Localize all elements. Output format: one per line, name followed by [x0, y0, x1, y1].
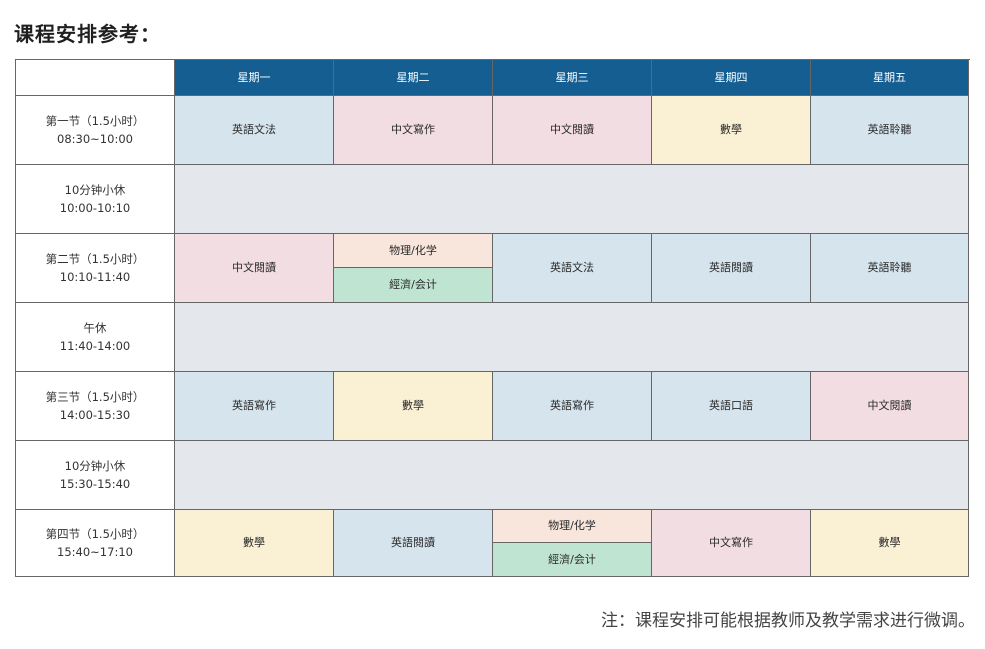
- p2-friday: 英語聆聽: [811, 234, 969, 303]
- period-2-name: 第二节（1.5小时）: [45, 252, 145, 266]
- break-1-name: 10分钟小休: [64, 183, 126, 197]
- period-4-label: 第四节（1.5小时） 15:40~17:10: [16, 510, 175, 577]
- p4-monday: 數學: [175, 510, 334, 577]
- period-1-label: 第一节（1.5小时） 08:30~10:00: [16, 96, 175, 165]
- p2-thursday: 英語閱讀: [652, 234, 811, 303]
- break-2-time: 15:30-15:40: [59, 477, 131, 491]
- header-thursday: 星期四: [652, 60, 811, 96]
- p4-wednesday-a: 物理/化学: [493, 510, 652, 543]
- p2-monday: 中文閱讀: [175, 234, 334, 303]
- p4-wednesday-b: 經濟/会计: [493, 543, 652, 577]
- p3-wednesday: 英語寫作: [493, 372, 652, 441]
- break-1-time: 10:00-10:10: [59, 201, 131, 215]
- p3-tuesday: 數學: [334, 372, 493, 441]
- break-2-band: [175, 441, 969, 510]
- header-friday: 星期五: [811, 60, 969, 96]
- period-3-label: 第三节（1.5小时） 14:00-15:30: [16, 372, 175, 441]
- p4-thursday: 中文寫作: [652, 510, 811, 577]
- lunch-time: 11:40-14:00: [59, 339, 131, 353]
- lunch-band: [175, 303, 969, 372]
- p4-friday: 數學: [811, 510, 969, 577]
- p3-friday: 中文閱讀: [811, 372, 969, 441]
- page-title: 课程安排参考：: [14, 22, 161, 46]
- period-1-name: 第一节（1.5小时）: [45, 114, 145, 128]
- p1-monday: 英語文法: [175, 96, 334, 165]
- break-2-name: 10分钟小休: [64, 459, 126, 473]
- p3-monday: 英語寫作: [175, 372, 334, 441]
- header-wednesday: 星期三: [493, 60, 652, 96]
- header-monday: 星期一: [175, 60, 334, 96]
- header-tuesday: 星期二: [334, 60, 493, 96]
- break-2-label: 10分钟小休 15:30-15:40: [16, 441, 175, 510]
- p1-thursday: 數學: [652, 96, 811, 165]
- p3-thursday: 英語口語: [652, 372, 811, 441]
- lunch-name: 午休: [83, 321, 107, 335]
- period-1-time: 08:30~10:00: [57, 132, 133, 146]
- p4-tuesday: 英語閱讀: [334, 510, 493, 577]
- break-1-band: [175, 165, 969, 234]
- period-2-time: 10:10-11:40: [59, 270, 131, 284]
- break-1-label: 10分钟小休 10:00-10:10: [16, 165, 175, 234]
- footnote: 注：课程安排可能根据教师及教学需求进行微调。: [601, 611, 975, 631]
- period-4-time: 15:40~17:10: [57, 545, 133, 559]
- p1-tuesday: 中文寫作: [334, 96, 493, 165]
- period-2-label: 第二节（1.5小时） 10:10-11:40: [16, 234, 175, 303]
- schedule-table: 星期一 星期二 星期三 星期四 星期五 第一节（1.5小时） 08:30~10:0…: [15, 59, 970, 577]
- period-3-name: 第三节（1.5小时）: [45, 390, 145, 404]
- p2-wednesday: 英語文法: [493, 234, 652, 303]
- table-corner: [16, 60, 175, 96]
- p1-wednesday: 中文閱讀: [493, 96, 652, 165]
- p2-tuesday-a: 物理/化学: [334, 234, 493, 268]
- p1-friday: 英語聆聽: [811, 96, 969, 165]
- period-3-time: 14:00-15:30: [59, 408, 131, 422]
- lunch-label: 午休 11:40-14:00: [16, 303, 175, 372]
- period-4-name: 第四节（1.5小时）: [45, 527, 145, 541]
- p2-tuesday-b: 經濟/会计: [334, 268, 493, 303]
